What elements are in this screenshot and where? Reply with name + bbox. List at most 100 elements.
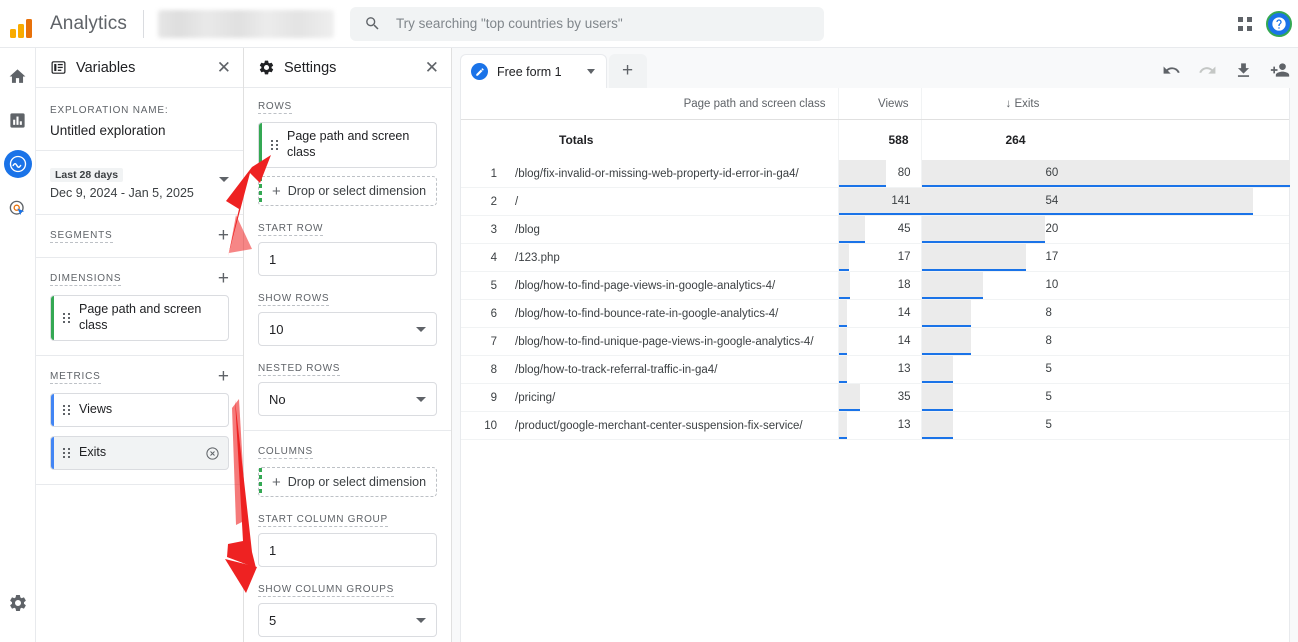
row-page-path[interactable]: /product/google-merchant-center-suspensi… [505, 411, 838, 440]
metric-chip-exits[interactable]: Exits [50, 436, 229, 470]
rows-drop-zone[interactable]: + Drop or select dimension [258, 176, 437, 206]
exits-bar-fill [921, 384, 953, 411]
exits-bar-underline [921, 353, 971, 355]
settings-close-button[interactable]: ✕ [425, 59, 439, 76]
add-tab-button[interactable]: + [608, 54, 647, 88]
target-cursor-icon [9, 200, 25, 215]
drag-handle-icon[interactable] [63, 404, 71, 416]
table-row[interactable]: 8/blog/how-to-track-referral-traffic-in-… [461, 355, 1289, 384]
drag-handle-icon[interactable] [63, 447, 71, 459]
views-cell: 45 [837, 215, 921, 244]
plus-icon: + [272, 182, 281, 200]
column-header-dimension[interactable]: Page path and screen class [461, 88, 838, 120]
show-column-groups-value: 5 [269, 612, 277, 628]
row-page-path[interactable]: /blog/how-to-find-page-views-in-google-a… [505, 271, 838, 300]
table-row[interactable]: 7/blog/how-to-find-unique-page-views-in-… [461, 327, 1289, 356]
property-selector-blurred[interactable] [157, 9, 334, 38]
nav-item-reports[interactable] [4, 106, 32, 134]
views-bar-underline [838, 185, 886, 187]
tab-free-form-1[interactable]: Free form 1 [460, 54, 607, 88]
views-bar-fill [838, 160, 886, 187]
add-segment-button[interactable]: + [218, 226, 229, 245]
topbar-actions [1238, 10, 1298, 37]
table-row[interactable]: 1/blog/fix-invalid-or-missing-web-proper… [461, 160, 1290, 188]
drag-handle-icon[interactable] [271, 139, 279, 151]
dimension-chip-page-path[interactable]: Page path and screen class [50, 295, 229, 341]
show-column-groups-select[interactable]: 5 [258, 603, 437, 637]
totals-label: Totals [559, 133, 594, 147]
metrics-section: METRICS + Views Exits [36, 356, 243, 485]
exits-bar-underline [921, 409, 953, 411]
data-table-surface: Page path and screen class Views ↓ Exits… [460, 88, 1290, 642]
variables-close-button[interactable]: ✕ [217, 59, 231, 76]
chevron-down-icon[interactable] [586, 69, 595, 74]
download-button[interactable] [1234, 61, 1253, 80]
row-page-path[interactable]: / [505, 187, 838, 216]
views-value: 13 [897, 419, 911, 431]
table-row[interactable]: 5/blog/how-to-find-page-views-in-google-… [461, 271, 1289, 300]
views-bar-fill [838, 300, 847, 327]
table-row[interactable]: 3/blog 45 20 [461, 215, 1289, 244]
redo-button[interactable] [1198, 61, 1217, 80]
views-bar-fill [838, 412, 847, 439]
start-row-input[interactable]: 1 [258, 242, 437, 276]
show-rows-select[interactable]: 10 [258, 312, 437, 346]
row-page-path[interactable]: /blog [505, 215, 838, 244]
row-index: 10 [461, 411, 505, 440]
apps-grid-icon[interactable] [1238, 16, 1252, 31]
date-range-section[interactable]: Last 28 days Dec 9, 2024 - Jan 5, 2025 [36, 151, 243, 215]
row-page-path[interactable]: /blog/how-to-track-referral-traffic-in-g… [505, 355, 838, 384]
table-row[interactable]: 2/ 141 54 [461, 187, 1289, 216]
metric-chip-label: Views [79, 402, 113, 417]
drop-indicator [259, 468, 262, 496]
explore-compass-icon [9, 155, 26, 173]
drag-handle-icon[interactable] [63, 312, 71, 324]
settings-panel-header: Settings ✕ [244, 48, 451, 88]
share-button[interactable] [1270, 60, 1290, 80]
top-bar: Analytics [0, 0, 1298, 48]
nested-rows-select[interactable]: No [258, 382, 437, 416]
row-page-path[interactable]: /blog/how-to-find-bounce-rate-in-google-… [505, 299, 838, 328]
nav-item-home[interactable] [4, 62, 32, 90]
row-page-path[interactable]: /blog/how-to-find-unique-page-views-in-g… [505, 327, 838, 356]
nav-item-admin-settings[interactable] [8, 593, 28, 618]
views-bar-underline [838, 409, 860, 411]
views-cell: 17 [837, 243, 921, 272]
dimensions-label: DIMENSIONS [50, 272, 122, 286]
person-add-icon [1270, 63, 1290, 77]
variables-icon [51, 61, 66, 74]
exits-bar-underline [921, 241, 1045, 243]
exits-value: 20 [1045, 223, 1059, 235]
column-header-exits[interactable]: ↓ Exits [920, 88, 1289, 120]
nav-item-advertising[interactable] [4, 194, 32, 222]
rows-dimension-chip[interactable]: Page path and screen class [258, 122, 437, 168]
exits-cell: 17 [920, 243, 1289, 272]
row-page-path[interactable]: /pricing/ [505, 383, 838, 412]
table-row[interactable]: 10/product/google-merchant-center-suspen… [461, 411, 1289, 440]
search-input[interactable] [395, 16, 796, 31]
search-bar[interactable] [349, 6, 824, 41]
table-row[interactable]: 9/pricing/35 5 [461, 383, 1289, 412]
undo-button[interactable] [1162, 61, 1181, 80]
freeform-pencil-icon [471, 63, 488, 80]
row-page-path[interactable]: /blog/fix-invalid-or-missing-web-propert… [505, 160, 838, 188]
nav-item-explore[interactable] [3, 150, 32, 178]
start-row-label: START ROW [258, 223, 324, 236]
table-row[interactable]: 6/blog/how-to-find-bounce-rate-in-google… [461, 299, 1289, 328]
start-column-group-input[interactable]: 1 [258, 533, 437, 567]
remove-metric-icon[interactable] [205, 446, 220, 461]
column-header-views[interactable]: Views [837, 88, 921, 120]
table-row[interactable]: 4/123.php 17 17 [461, 243, 1289, 272]
views-bar-underline [838, 381, 847, 383]
add-dimension-button[interactable]: + [218, 269, 229, 288]
date-range-caret-down-icon[interactable] [219, 177, 229, 182]
exits-cell: 10 [920, 271, 1289, 300]
metric-chip-views[interactable]: Views [50, 393, 229, 427]
row-page-path[interactable]: /123.php [505, 243, 838, 272]
row-index: 4 [461, 243, 505, 272]
account-avatar-icon[interactable] [1266, 10, 1292, 37]
columns-drop-zone[interactable]: + Drop or select dimension [258, 467, 437, 497]
add-metric-button[interactable]: + [218, 367, 229, 386]
show-column-groups-label: SHOW COLUMN GROUPS [258, 584, 394, 597]
exploration-name-value[interactable]: Untitled exploration [50, 123, 229, 138]
